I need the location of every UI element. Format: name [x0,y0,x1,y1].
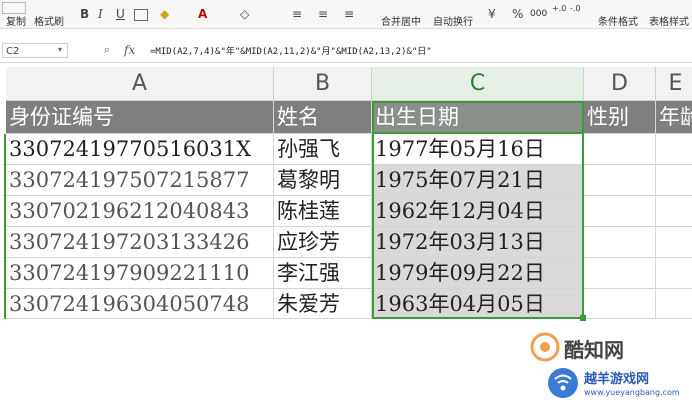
cell-d5[interactable] [584,227,656,258]
cell-d7[interactable] [584,289,656,319]
formula-bar: C2 ▾ ⌕ fx =MID(A2,7,4)&"年"&MID(A2,11,2)&… [0,40,692,63]
conditional-format-button[interactable]: 条件格式 [598,13,638,28]
cell-e6[interactable] [656,258,692,289]
column-header-b[interactable]: B [274,67,372,101]
fill-color-icon[interactable]: ◆ [160,7,169,21]
cell-b2[interactable]: 孙强飞 [274,134,372,165]
cell-a3[interactable]: 330724197507215877 [6,165,274,196]
cell-e2[interactable] [656,134,692,165]
formula-input[interactable]: =MID(A2,7,4)&"年"&MID(A2,11,2)&"月"&MID(A2… [150,44,432,57]
eraser-icon[interactable]: ◇ [240,7,249,21]
decrease-decimal-button[interactable]: -.0 [570,4,581,13]
cell-c6[interactable]: 1979年09月22日 [372,258,584,289]
header-cell-birthdate[interactable]: 出生日期 [372,101,584,134]
cell-b3[interactable]: 葛黎明 [274,165,372,196]
cell-d4[interactable] [584,196,656,227]
cell-e3[interactable] [656,165,692,196]
column-header-e[interactable]: E [656,67,692,101]
percent-button[interactable]: % [512,7,523,21]
cell-b7[interactable]: 朱爱芳 [274,289,372,319]
cell-c2[interactable]: 1977年05月16日 [372,134,584,165]
cell-a7[interactable]: 330724196304050748 [6,289,274,319]
cell-b6[interactable]: 李江强 [274,258,372,289]
increase-decimal-button[interactable]: +.0 [552,4,566,13]
font-color-button[interactable]: A [198,7,207,21]
align-center-icon[interactable]: ≡ [318,7,328,21]
cell-c4[interactable]: 1962年12月04日 [372,196,584,227]
cell-a6[interactable]: 330724197909221110 [6,258,274,289]
format-painter-button[interactable]: 格式刷 [34,13,64,28]
italic-button[interactable]: I [98,7,103,21]
cell-d3[interactable] [584,165,656,196]
fill-handle[interactable] [580,315,586,321]
watermark-url: www.yueyangbang.com [584,388,680,397]
wrap-text-button[interactable]: 自动换行 [433,13,473,28]
thousands-button[interactable]: 000 [530,9,547,19]
watermark: 酷知网 越羊游戏网 www.yueyangbang.com [520,328,690,406]
cell-a5[interactable]: 330724197203133426 [6,227,274,258]
watermark-site-name: 越羊游戏网 [584,372,650,387]
align-left-icon[interactable]: ≡ [292,7,302,21]
cell-a4[interactable]: 330702196212040843 [6,196,274,227]
header-cell-age[interactable]: 年龄 [656,101,692,134]
fx-icon[interactable]: fx [124,43,135,57]
cell-a2[interactable]: 33072419770516031X [6,134,274,165]
border-icon[interactable] [134,9,148,21]
cell-c7[interactable]: 1963年04月05日 [372,289,584,319]
zoom-icon[interactable]: ⌕ [104,43,110,57]
column-header-a[interactable]: A [6,67,274,101]
column-header-c[interactable]: C [372,67,584,101]
cell-e7[interactable] [656,289,692,319]
cell-c5[interactable]: 1972年03月13日 [372,227,584,258]
column-header-d[interactable]: D [584,67,656,101]
site-logo-icon [548,368,578,398]
copy-button[interactable]: 复制 [6,13,26,28]
currency-icon[interactable]: ¥ [488,7,496,21]
merge-center-button[interactable]: 合并居中 [381,13,421,28]
header-cell-name[interactable]: 姓名 [274,101,372,134]
cell-b4[interactable]: 陈桂莲 [274,196,372,227]
header-cell-id[interactable]: 身份证编号 [6,101,274,134]
cell-c3[interactable]: 1975年07月21日 [372,165,584,196]
underline-button[interactable]: U [116,7,125,21]
bold-button[interactable]: B [80,7,89,21]
cell-b5[interactable]: 应珍芳 [274,227,372,258]
cell-d2[interactable] [584,134,656,165]
watermark-brand: 酷知网 [564,338,624,362]
cell-d6[interactable] [584,258,656,289]
header-cell-gender[interactable]: 性别 [584,101,656,134]
brand-logo-icon [530,332,560,362]
chevron-down-icon[interactable]: ▾ [58,45,62,54]
cell-e4[interactable] [656,196,692,227]
cell-e5[interactable] [656,227,692,258]
align-right-icon[interactable]: ≡ [344,7,354,21]
table-style-button[interactable]: 表格样式 [649,13,689,28]
row-selection-marker [4,134,6,319]
ribbon-toolbar: 复制 格式刷 B I U ◆ A ◇ ≡ ≡ ≡ 合并居中 自动换行 ¥ % 0… [0,0,692,29]
